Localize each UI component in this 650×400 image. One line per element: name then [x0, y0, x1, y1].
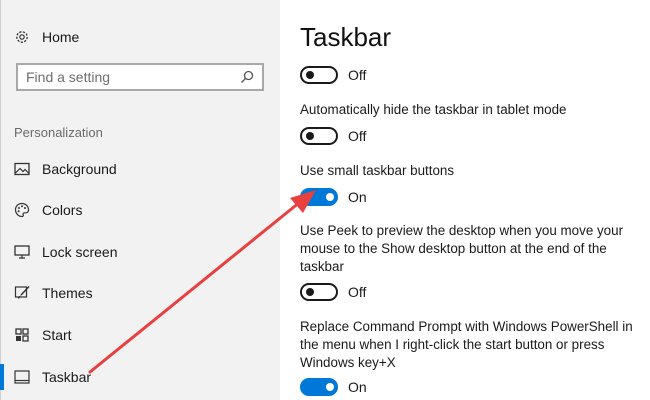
- sidebar-item-lock-screen[interactable]: Lock screen: [0, 237, 280, 267]
- sidebar-item-themes[interactable]: Themes: [0, 278, 280, 308]
- sidebar-item-label: Start: [42, 327, 72, 343]
- sidebar-item-label: Home: [42, 29, 80, 45]
- toggle-state-label: Off: [348, 284, 367, 300]
- toggle-state-label: Off: [348, 67, 367, 83]
- sidebar-item-label: Themes: [42, 285, 93, 301]
- setting-label: Use Peek to preview the desktop when you…: [300, 223, 624, 274]
- setting-row: Off: [300, 65, 366, 85]
- setting-label: Replace Command Prompt with Windows Powe…: [300, 319, 633, 370]
- sidebar-item-colors[interactable]: Colors: [0, 195, 280, 225]
- setting-label: Use small taskbar buttons: [300, 163, 455, 178]
- sidebar-item-background[interactable]: Background: [0, 154, 280, 184]
- toggle-state-label: On: [348, 379, 367, 395]
- toggle-knob: [306, 71, 314, 79]
- sidebar-item-home[interactable]: Home: [0, 22, 280, 52]
- toggle-knob: [326, 193, 334, 201]
- gear-icon: [13, 28, 31, 46]
- start-grid-icon: [13, 326, 31, 344]
- setting-label: Automatically hide the taskbar in tablet…: [300, 102, 567, 117]
- setting-row: Off: [300, 282, 366, 302]
- monitor-icon: [13, 243, 31, 261]
- toggle-switch[interactable]: [300, 127, 338, 145]
- toggle-switch[interactable]: [300, 66, 338, 84]
- toggle-switch[interactable]: [300, 188, 338, 206]
- setting-row: On: [300, 377, 367, 397]
- sidebar-item-taskbar[interactable]: Taskbar: [0, 362, 280, 392]
- section-heading: Personalization: [14, 125, 103, 140]
- search-input[interactable]: [18, 68, 238, 86]
- picture-icon: [13, 160, 31, 178]
- sidebar: Home Personalization Background: [0, 0, 280, 400]
- sidebar-item-label: Background: [42, 161, 117, 177]
- taskbar-icon: [13, 368, 31, 386]
- toggle-knob: [306, 132, 314, 140]
- toggle-state-label: Off: [348, 128, 367, 144]
- page-title: Taskbar: [300, 22, 392, 52]
- main-panel: Taskbar Off Automatically hide the taskb…: [280, 0, 650, 400]
- brush-icon: [13, 284, 31, 302]
- sidebar-item-label: Colors: [42, 202, 83, 218]
- sidebar-item-label: Lock screen: [42, 244, 118, 260]
- search-icon[interactable]: [240, 70, 254, 84]
- palette-icon: [13, 201, 31, 219]
- toggle-switch[interactable]: [300, 378, 338, 396]
- setting-row: On: [300, 187, 367, 207]
- sidebar-item-label: Taskbar: [42, 369, 92, 385]
- setting-row: Off: [300, 126, 366, 146]
- search-box[interactable]: [16, 63, 264, 91]
- toggle-state-label: On: [348, 189, 367, 205]
- sidebar-item-start[interactable]: Start: [0, 320, 280, 350]
- toggle-knob: [326, 383, 334, 391]
- toggle-switch[interactable]: [300, 283, 338, 301]
- toggle-knob: [306, 288, 314, 296]
